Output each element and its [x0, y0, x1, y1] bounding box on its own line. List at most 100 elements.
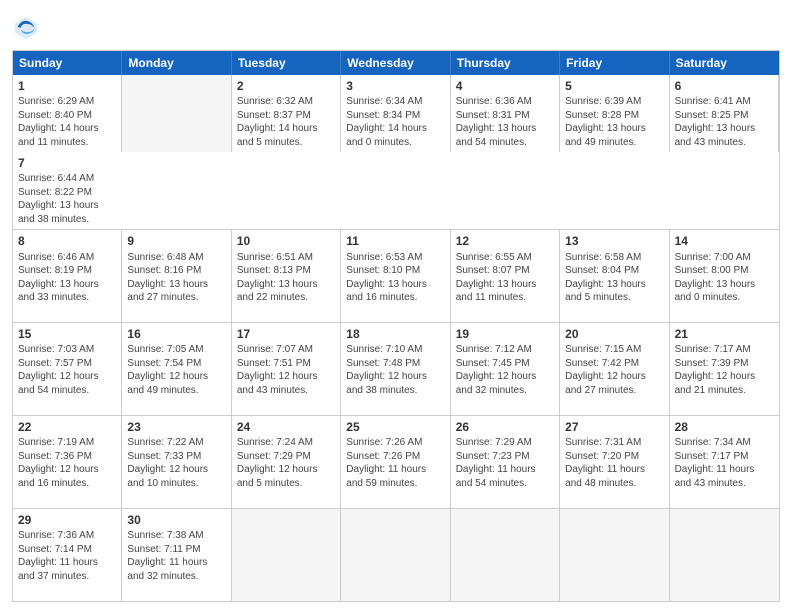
calendar-day-20: 20Sunrise: 7:15 AMSunset: 7:42 PMDayligh…	[560, 323, 669, 415]
page: SundayMondayTuesdayWednesdayThursdayFrid…	[0, 0, 792, 612]
header-day-wednesday: Wednesday	[341, 51, 450, 75]
calendar-day-25: 25Sunrise: 7:26 AMSunset: 7:26 PMDayligh…	[341, 416, 450, 508]
header-day-friday: Friday	[560, 51, 669, 75]
calendar-body: 1 Sunrise: 6:29 AMSunset: 8:40 PMDaylight…	[13, 75, 779, 601]
day-info: Sunrise: 7:24 AMSunset: 7:29 PMDaylight:…	[237, 437, 318, 489]
calendar-day-24: 24 Sunrise: 7:24 AMSunset: 7:29 PMDayligh…	[232, 416, 341, 508]
day-number: 8	[18, 233, 116, 249]
calendar-day-9: 9Sunrise: 6:48 AMSunset: 8:16 PMDaylight…	[122, 230, 231, 322]
calendar-day-3: 3 Sunrise: 6:34 AMSunset: 8:34 PMDaylight…	[341, 75, 450, 152]
day-number: 26	[456, 419, 554, 435]
calendar-week-4: 29 Sunrise: 7:36 AMSunset: 7:14 PMDayligh…	[13, 509, 779, 601]
day-info: Sunrise: 7:03 AMSunset: 7:57 PMDaylight:…	[18, 344, 99, 396]
calendar-day-1: 1 Sunrise: 6:29 AMSunset: 8:40 PMDaylight…	[13, 75, 122, 152]
day-number: 23	[127, 419, 225, 435]
day-info: Sunrise: 6:32 AMSunset: 8:37 PMDaylight:…	[237, 96, 318, 148]
day-number: 20	[565, 326, 663, 342]
day-info: Sunrise: 7:17 AMSunset: 7:39 PMDaylight:…	[675, 344, 756, 396]
day-number: 16	[127, 326, 225, 342]
calendar-empty	[122, 75, 231, 152]
calendar-day-30: 30 Sunrise: 7:38 AMSunset: 7:11 PMDayligh…	[122, 509, 231, 601]
calendar-week-3: 22 Sunrise: 7:19 AMSunset: 7:36 PMDayligh…	[13, 416, 779, 509]
calendar-week-1: 8 Sunrise: 6:46 AMSunset: 8:19 PMDaylight…	[13, 230, 779, 323]
day-number: 6	[675, 78, 773, 94]
calendar-day-6: 6 Sunrise: 6:41 AMSunset: 8:25 PMDaylight…	[670, 75, 779, 152]
calendar-day-21: 21 Sunrise: 7:17 AMSunset: 7:39 PMDayligh…	[670, 323, 779, 415]
calendar-day-15: 15Sunrise: 7:03 AMSunset: 7:57 PMDayligh…	[13, 323, 122, 415]
day-info: Sunrise: 7:38 AMSunset: 7:11 PMDaylight:…	[127, 530, 207, 582]
day-info: Sunrise: 6:46 AMSunset: 8:19 PMDaylight:…	[18, 252, 99, 304]
day-number: 5	[565, 78, 663, 94]
calendar-day-19: 19 Sunrise: 7:12 AMSunset: 7:45 PMDayligh…	[451, 323, 560, 415]
day-number: 13	[565, 233, 663, 249]
day-number: 19	[456, 326, 554, 342]
header-day-monday: Monday	[122, 51, 231, 75]
calendar-day-11: 11 Sunrise: 6:53 AMSunset: 8:10 PMDayligh…	[341, 230, 450, 322]
day-info: Sunrise: 6:39 AMSunset: 8:28 PMDaylight:…	[565, 96, 646, 148]
day-info: Sunrise: 6:58 AMSunset: 8:04 PMDaylight:…	[565, 252, 646, 304]
day-info: Sunrise: 7:26 AMSunset: 7:26 PMDaylight:…	[346, 437, 426, 489]
day-info: Sunrise: 6:55 AMSunset: 8:07 PMDaylight:…	[456, 252, 537, 304]
calendar-day-5: 5 Sunrise: 6:39 AMSunset: 8:28 PMDaylight…	[560, 75, 669, 152]
day-info: Sunrise: 7:10 AMSunset: 7:48 PMDaylight:…	[346, 344, 427, 396]
calendar: SundayMondayTuesdayWednesdayThursdayFrid…	[12, 50, 780, 602]
day-info: Sunrise: 6:53 AMSunset: 8:10 PMDaylight:…	[346, 252, 427, 304]
day-number: 29	[18, 512, 116, 528]
logo-icon	[12, 14, 40, 42]
day-info: Sunrise: 7:36 AMSunset: 7:14 PMDaylight:…	[18, 530, 98, 582]
header-day-tuesday: Tuesday	[232, 51, 341, 75]
day-number: 7	[18, 155, 117, 171]
day-info: Sunrise: 7:05 AMSunset: 7:54 PMDaylight:…	[127, 344, 208, 396]
calendar-empty	[341, 509, 450, 601]
calendar-empty	[560, 509, 669, 601]
day-number: 10	[237, 233, 335, 249]
calendar-day-23: 23 Sunrise: 7:22 AMSunset: 7:33 PMDayligh…	[122, 416, 231, 508]
day-number: 12	[456, 233, 554, 249]
header-day-sunday: Sunday	[13, 51, 122, 75]
calendar-empty	[451, 509, 560, 601]
calendar-day-12: 12 Sunrise: 6:55 AMSunset: 8:07 PMDayligh…	[451, 230, 560, 322]
day-number: 17	[237, 326, 335, 342]
day-number: 21	[675, 326, 774, 342]
day-number: 22	[18, 419, 116, 435]
day-info: Sunrise: 6:29 AMSunset: 8:40 PMDaylight:…	[18, 96, 99, 148]
day-info: Sunrise: 6:34 AMSunset: 8:34 PMDaylight:…	[346, 96, 427, 148]
calendar-day-2: 2 Sunrise: 6:32 AMSunset: 8:37 PMDaylight…	[232, 75, 341, 152]
day-info: Sunrise: 7:29 AMSunset: 7:23 PMDaylight:…	[456, 437, 536, 489]
day-info: Sunrise: 6:36 AMSunset: 8:31 PMDaylight:…	[456, 96, 537, 148]
calendar-empty	[670, 509, 779, 601]
day-info: Sunrise: 6:48 AMSunset: 8:16 PMDaylight:…	[127, 252, 208, 304]
header-day-saturday: Saturday	[670, 51, 779, 75]
day-info: Sunrise: 7:22 AMSunset: 7:33 PMDaylight:…	[127, 437, 208, 489]
day-info: Sunrise: 6:44 AMSunset: 8:22 PMDaylight:…	[18, 173, 99, 225]
calendar-day-16: 16 Sunrise: 7:05 AMSunset: 7:54 PMDayligh…	[122, 323, 231, 415]
calendar-header: SundayMondayTuesdayWednesdayThursdayFrid…	[13, 51, 779, 75]
day-number: 4	[456, 78, 554, 94]
day-info: Sunrise: 7:19 AMSunset: 7:36 PMDaylight:…	[18, 437, 99, 489]
calendar-day-8: 8 Sunrise: 6:46 AMSunset: 8:19 PMDaylight…	[13, 230, 122, 322]
day-number: 18	[346, 326, 444, 342]
day-number: 3	[346, 78, 444, 94]
day-number: 1	[18, 78, 116, 94]
day-info: Sunrise: 7:00 AMSunset: 8:00 PMDaylight:…	[675, 252, 756, 304]
header-day-thursday: Thursday	[451, 51, 560, 75]
day-info: Sunrise: 7:12 AMSunset: 7:45 PMDaylight:…	[456, 344, 537, 396]
day-info: Sunrise: 6:41 AMSunset: 8:25 PMDaylight:…	[675, 96, 756, 148]
day-number: 2	[237, 78, 335, 94]
calendar-day-17: 17Sunrise: 7:07 AMSunset: 7:51 PMDayligh…	[232, 323, 341, 415]
calendar-day-7: 7 Sunrise: 6:44 AMSunset: 8:22 PMDaylight…	[13, 152, 122, 229]
day-number: 11	[346, 233, 444, 249]
calendar-week-2: 15Sunrise: 7:03 AMSunset: 7:57 PMDayligh…	[13, 323, 779, 416]
calendar-day-22: 22 Sunrise: 7:19 AMSunset: 7:36 PMDayligh…	[13, 416, 122, 508]
day-info: Sunrise: 7:34 AMSunset: 7:17 PMDaylight:…	[675, 437, 755, 489]
day-number: 28	[675, 419, 774, 435]
header	[12, 10, 780, 42]
day-number: 14	[675, 233, 774, 249]
calendar-day-4: 4 Sunrise: 6:36 AMSunset: 8:31 PMDaylight…	[451, 75, 560, 152]
day-number: 30	[127, 512, 225, 528]
day-info: Sunrise: 7:31 AMSunset: 7:20 PMDaylight:…	[565, 437, 645, 489]
calendar-empty	[232, 509, 341, 601]
calendar-day-29: 29 Sunrise: 7:36 AMSunset: 7:14 PMDayligh…	[13, 509, 122, 601]
day-number: 27	[565, 419, 663, 435]
day-number: 24	[237, 419, 335, 435]
